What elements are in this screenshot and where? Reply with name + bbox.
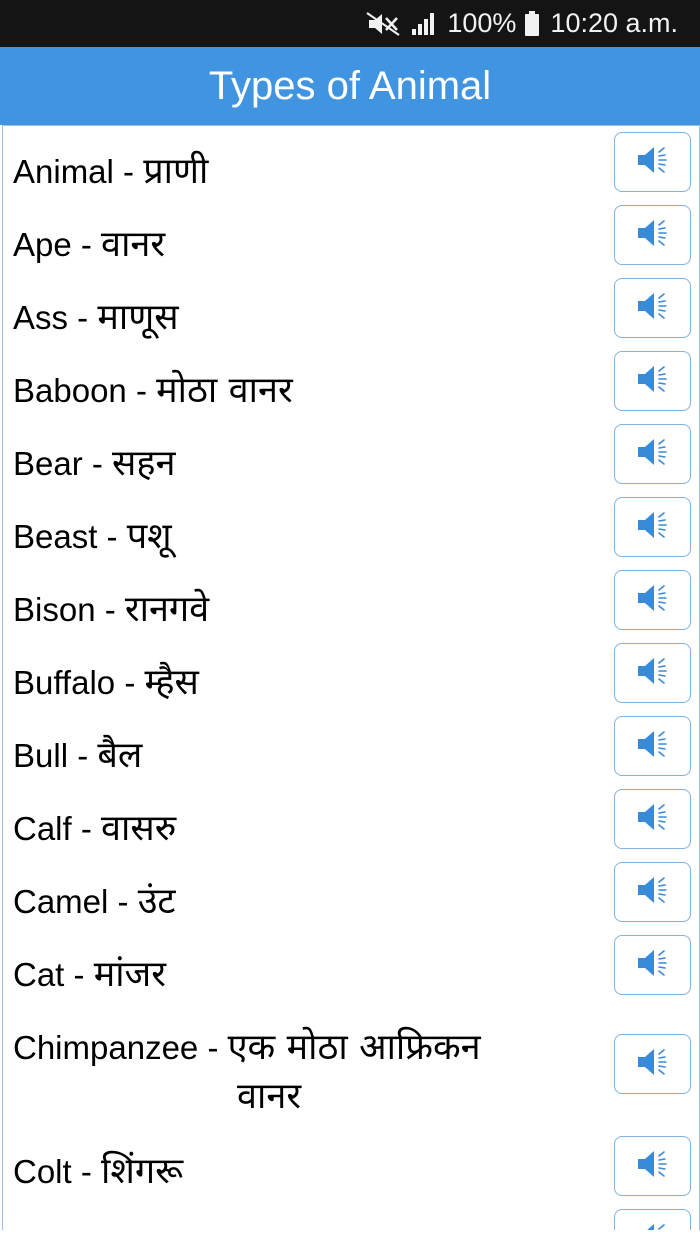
english-word: Ape xyxy=(13,226,72,263)
speak-button[interactable] xyxy=(614,862,691,922)
speaker-icon xyxy=(635,1220,671,1230)
speak-button[interactable] xyxy=(614,1034,691,1094)
speak-button[interactable] xyxy=(614,716,691,776)
mute-icon xyxy=(365,11,401,37)
word-text: Calf - वासरु xyxy=(13,806,176,852)
battery-icon xyxy=(524,10,540,37)
speaker-icon xyxy=(635,800,671,838)
separator: - xyxy=(198,1029,228,1066)
english-word: Calf xyxy=(13,810,72,847)
separator: - xyxy=(126,372,157,409)
signal-icon xyxy=(411,12,437,36)
english-word: Baboon xyxy=(13,372,127,409)
separator: - xyxy=(71,226,102,263)
marathi-word: एक मोठा आफ्रिकन xyxy=(227,1027,481,1068)
marathi-word: प्राणी xyxy=(143,151,209,192)
speak-button[interactable] xyxy=(614,205,691,265)
battery-percentage: 100% xyxy=(447,8,517,38)
speak-button[interactable] xyxy=(614,1209,691,1230)
word-list[interactable]: Animal - प्राणी Ape - वानर Ass - माणूस Babo… xyxy=(2,125,700,1230)
marathi-word: सहन xyxy=(112,443,176,484)
marathi-word: म्हैस xyxy=(144,662,199,703)
speak-button[interactable] xyxy=(614,570,691,630)
speaker-icon xyxy=(635,654,671,692)
speaker-icon xyxy=(635,727,671,765)
english-word: Bison xyxy=(13,591,96,628)
speak-button[interactable] xyxy=(614,935,691,995)
english-word: Bull xyxy=(13,737,69,774)
english-word: Camel xyxy=(13,883,109,920)
speak-button[interactable] xyxy=(614,351,691,411)
word-text: Bear - सहन xyxy=(13,441,175,487)
english-word: Ass xyxy=(13,299,69,336)
word-text: Ass - माणूस xyxy=(13,295,179,341)
speak-button[interactable] xyxy=(614,132,691,192)
english-word: Beast xyxy=(13,518,98,555)
speaker-icon xyxy=(635,1045,671,1083)
speak-button[interactable] xyxy=(614,643,691,703)
speaker-icon xyxy=(635,289,671,327)
word-text: Bull - बैल xyxy=(13,733,142,779)
speaker-icon xyxy=(635,1147,671,1185)
app-bar: Types of Animal xyxy=(0,47,700,125)
speaker-icon xyxy=(635,873,671,911)
separator: - xyxy=(115,664,145,701)
marathi-word: वासरु xyxy=(101,808,177,849)
word-text: Ape - वानर xyxy=(13,222,165,268)
english-word: Chimpanzee xyxy=(13,1029,199,1066)
separator: - xyxy=(71,810,102,847)
speak-button[interactable] xyxy=(614,789,691,849)
marathi-word: बैल xyxy=(97,735,143,776)
marathi-word-continued: वानर xyxy=(237,1076,302,1117)
marathi-word: शिंगरू xyxy=(101,1151,184,1192)
separator: - xyxy=(64,956,94,993)
marathi-word: मांजर xyxy=(93,954,166,995)
page-title: Types of Animal xyxy=(208,63,492,108)
word-text: Colt - शिंगरू xyxy=(13,1149,183,1195)
english-word: Bear xyxy=(13,445,83,482)
speaker-icon xyxy=(635,508,671,546)
english-word: Cat xyxy=(13,956,65,993)
clock: 10:20 a.m. xyxy=(550,8,678,38)
marathi-word: वानर xyxy=(101,224,166,265)
word-text: Cat - मांजर xyxy=(13,952,166,998)
speaker-icon xyxy=(635,216,671,254)
speak-button[interactable] xyxy=(614,424,691,484)
status-bar: 100% 10:20 a.m. xyxy=(0,0,700,47)
separator: - xyxy=(82,445,113,482)
speaker-icon xyxy=(635,143,671,181)
english-word: Buffalo xyxy=(13,664,116,701)
word-text: Bison - रानगवे xyxy=(13,587,209,633)
marathi-word: माणूस xyxy=(97,297,179,338)
separator: - xyxy=(113,153,144,190)
marathi-word: रानगवे xyxy=(124,589,210,630)
speaker-icon xyxy=(635,435,671,473)
english-word: Animal xyxy=(13,153,114,190)
marathi-word: उंट xyxy=(137,881,176,922)
speaker-icon xyxy=(635,946,671,984)
word-text: Camel - उंट xyxy=(13,879,176,925)
marathi-word: मोठा वानर xyxy=(156,370,293,411)
separator: - xyxy=(95,591,125,628)
separator: - xyxy=(68,737,98,774)
speak-button[interactable] xyxy=(614,497,691,557)
speak-button[interactable] xyxy=(614,278,691,338)
word-text: Beast - पशू xyxy=(13,514,172,560)
speaker-icon xyxy=(635,362,671,400)
separator: - xyxy=(97,518,127,555)
speaker-icon xyxy=(635,581,671,619)
english-word: Colt xyxy=(13,1153,72,1190)
separator: - xyxy=(68,299,98,336)
word-text: Buffalo - म्हैस xyxy=(13,660,199,706)
speak-button[interactable] xyxy=(614,1136,691,1196)
word-text: Chimpanzee - एक मोठा आफ्रिकन xyxy=(13,1025,481,1071)
word-text: Baboon - मोठा वानर xyxy=(13,368,293,414)
separator: - xyxy=(71,1153,102,1190)
marathi-word: पशू xyxy=(126,516,172,557)
word-text: Animal - प्राणी xyxy=(13,149,208,195)
separator: - xyxy=(108,883,138,920)
